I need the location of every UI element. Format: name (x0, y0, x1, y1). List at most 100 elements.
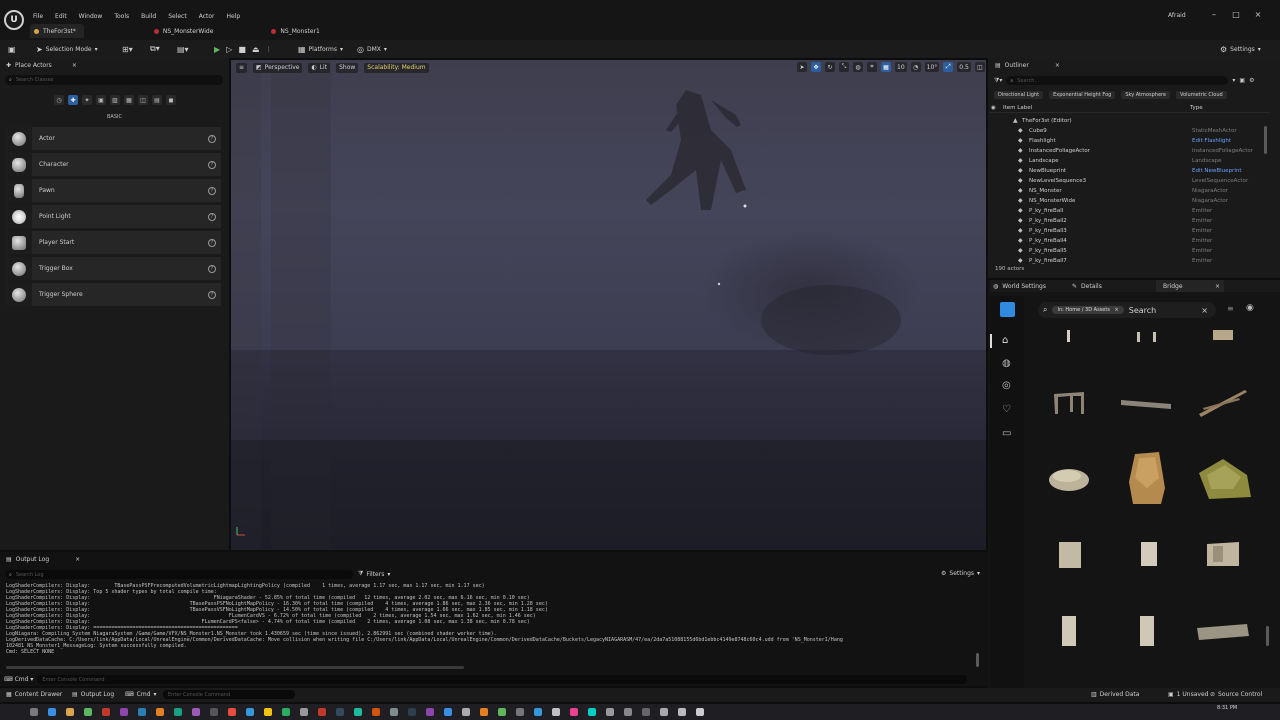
asset-tile[interactable] (1188, 668, 1258, 688)
close-icon[interactable]: × (75, 556, 80, 563)
output-log-tab[interactable]: ▤ Output Log × (2, 553, 84, 566)
cinematic-icon[interactable]: ▣ (96, 95, 106, 105)
outliner-row[interactable]: ◆ Cube9 StaticMeshActor (989, 126, 1269, 136)
outliner-search-input[interactable]: ⌕ Search... (1006, 76, 1229, 85)
close-icon[interactable]: × (1055, 62, 1060, 69)
viewport-options-button[interactable]: ≡ (236, 62, 248, 73)
taskbar-app-icon[interactable] (588, 708, 596, 716)
taskbar-app-icon[interactable] (426, 708, 434, 716)
content-add-button[interactable]: ⊞▾ (122, 42, 133, 56)
place-actors-search[interactable]: ⌕ Search Classes (5, 75, 223, 85)
asset-tile[interactable] (1112, 522, 1182, 590)
perspective-button[interactable]: ◩ Perspective (253, 62, 303, 73)
select-tool-icon[interactable]: ➤ (797, 62, 807, 72)
selection-mode-button[interactable]: ➤ Selection Mode ▾ (36, 42, 98, 56)
stop-icon[interactable]: ■ (238, 45, 246, 54)
taskbar-app-icon[interactable] (282, 708, 290, 716)
scale-snap-icon[interactable]: ⤢ (943, 62, 954, 72)
menu-build[interactable]: Build (141, 13, 156, 20)
taskbar-app-icon[interactable] (570, 708, 578, 716)
scalability-indicator[interactable]: Scalability: Medium (364, 62, 429, 73)
help-icon[interactable]: ? (208, 290, 216, 299)
outliner-row[interactable]: ◆ P_ky_fireBall7 Emitter (989, 256, 1269, 266)
taskbar-app-icon[interactable] (462, 708, 470, 716)
user-icon[interactable]: ◎ (1002, 380, 1011, 391)
derived-data-button[interactable]: ▥ Derived Data (1091, 691, 1139, 698)
gear-icon[interactable]: ⚙ (1249, 77, 1254, 84)
volumes-icon[interactable]: ◫ (138, 95, 148, 105)
asset-tile[interactable] (1034, 444, 1104, 512)
taskbar-app-icon[interactable] (516, 708, 524, 716)
camera-speed-icon[interactable]: ◫ (974, 62, 985, 72)
asset-tile[interactable] (1188, 598, 1258, 666)
recent-icon[interactable]: ◷ (54, 95, 64, 105)
rotation-snap-value[interactable]: 10° (924, 62, 940, 72)
help-icon[interactable]: ? (208, 264, 216, 273)
asset-tile[interactable] (1112, 598, 1182, 666)
surface-snap-icon[interactable]: ⌗ (867, 62, 877, 72)
monitor-icon[interactable]: ▭ (1002, 428, 1011, 439)
status-output-log-button[interactable]: ▤ Output Log (72, 691, 114, 698)
close-icon[interactable]: × (1115, 307, 1119, 313)
translate-tool-icon[interactable]: ✥ (811, 62, 821, 72)
source-control-button[interactable]: ⊘ Source Control (1210, 691, 1262, 698)
taskbar-app-icon[interactable] (48, 708, 56, 716)
log-settings-button[interactable]: ⚙ Settings ▾ (941, 570, 980, 577)
world-settings-tab[interactable]: ◍ World Settings (993, 283, 1046, 290)
taskbar-app-icon[interactable] (246, 708, 254, 716)
outliner-scrollbar[interactable] (1264, 126, 1267, 154)
level-viewport[interactable] (231, 60, 986, 550)
taskbar-app-icon[interactable] (354, 708, 362, 716)
basic-icon[interactable]: ✚ (68, 95, 78, 105)
actor-item-pawn[interactable]: Pawn ? (6, 179, 221, 202)
actor-item-actor[interactable]: Actor ? (6, 127, 221, 150)
status-console-input[interactable]: Enter Console Command (163, 690, 295, 699)
play-icon[interactable]: ▶ (214, 45, 220, 54)
lit-button[interactable]: ◐ Lit (308, 62, 331, 73)
help-icon[interactable]: ? (208, 186, 216, 195)
column-item-label[interactable]: Item Label (1003, 105, 1032, 111)
add-folder-icon[interactable]: ▣ (1239, 77, 1245, 84)
taskbar-app-icon[interactable] (372, 708, 380, 716)
outliner-row[interactable]: ◆ NewBlueprint Edit NewBlueprint (989, 166, 1269, 176)
taskbar-app-icon[interactable] (678, 708, 686, 716)
taskbar-app-icon[interactable] (156, 708, 164, 716)
outliner-row[interactable]: ◆ Landscape Landscape (989, 156, 1269, 166)
taskbar-app-icon[interactable] (408, 708, 416, 716)
menu-tools[interactable]: Tools (114, 13, 129, 20)
bridge-search-bar[interactable]: ⌕ In: Home / 3D Assets × Search × (1038, 302, 1216, 318)
blueprints-button[interactable]: ⧉▾ (150, 42, 160, 56)
dmx-button[interactable]: ◎ DMX ▾ (357, 42, 387, 56)
rotation-snap-icon[interactable]: ◔ (910, 62, 921, 72)
world-space-icon[interactable]: ◍ (853, 62, 863, 72)
taskbar-app-icon[interactable] (318, 708, 326, 716)
menu-window[interactable]: Window (79, 13, 103, 20)
taskbar-app-icon[interactable] (534, 708, 542, 716)
scale-tool-icon[interactable]: ⤡ (839, 62, 849, 72)
unsaved-button[interactable]: ▣ 1 Unsaved (1168, 691, 1208, 698)
home-icon[interactable]: ⌂ (1002, 335, 1008, 346)
asset-tile[interactable] (1188, 444, 1258, 512)
taskbar-app-icon[interactable] (120, 708, 128, 716)
taskbar-app-icon[interactable] (210, 708, 218, 716)
content-drawer-button[interactable]: ▦ Content Drawer (6, 691, 62, 698)
all-classes-icon[interactable]: ▤ (152, 95, 162, 105)
account-icon[interactable]: ◉ (1246, 303, 1254, 313)
outliner-row[interactable]: ◆ P_ky_fireBall2 Emitter (989, 216, 1269, 226)
taskbar-app-icon[interactable] (696, 708, 704, 716)
outliner-root-row[interactable]: ▲ TheFor3st (Editor) (989, 116, 1269, 126)
column-type[interactable]: Type (1190, 105, 1203, 111)
taskbar-app-icon[interactable] (498, 708, 506, 716)
bridge-logo-icon[interactable] (1000, 302, 1015, 317)
outliner-row[interactable]: ◆ P_ky_fireBall4 Emitter (989, 236, 1269, 246)
console-input[interactable]: Enter Console Command (37, 675, 968, 684)
doc-tab-level[interactable]: TheFor3st* (30, 24, 84, 38)
taskbar-app-icon[interactable] (228, 708, 236, 716)
taskbar-app-icon[interactable] (84, 708, 92, 716)
log-search-input[interactable]: ⌕ Search Log (5, 570, 353, 579)
asset-tile[interactable] (1112, 668, 1182, 688)
breadcrumb-chip[interactable]: In: Home / 3D Assets × (1052, 306, 1124, 314)
status-cmd-dropdown[interactable]: ⌨ Cmd ▾ (125, 691, 157, 698)
taskbar-app-icon[interactable] (606, 708, 614, 716)
asset-tile[interactable] (1188, 522, 1258, 590)
